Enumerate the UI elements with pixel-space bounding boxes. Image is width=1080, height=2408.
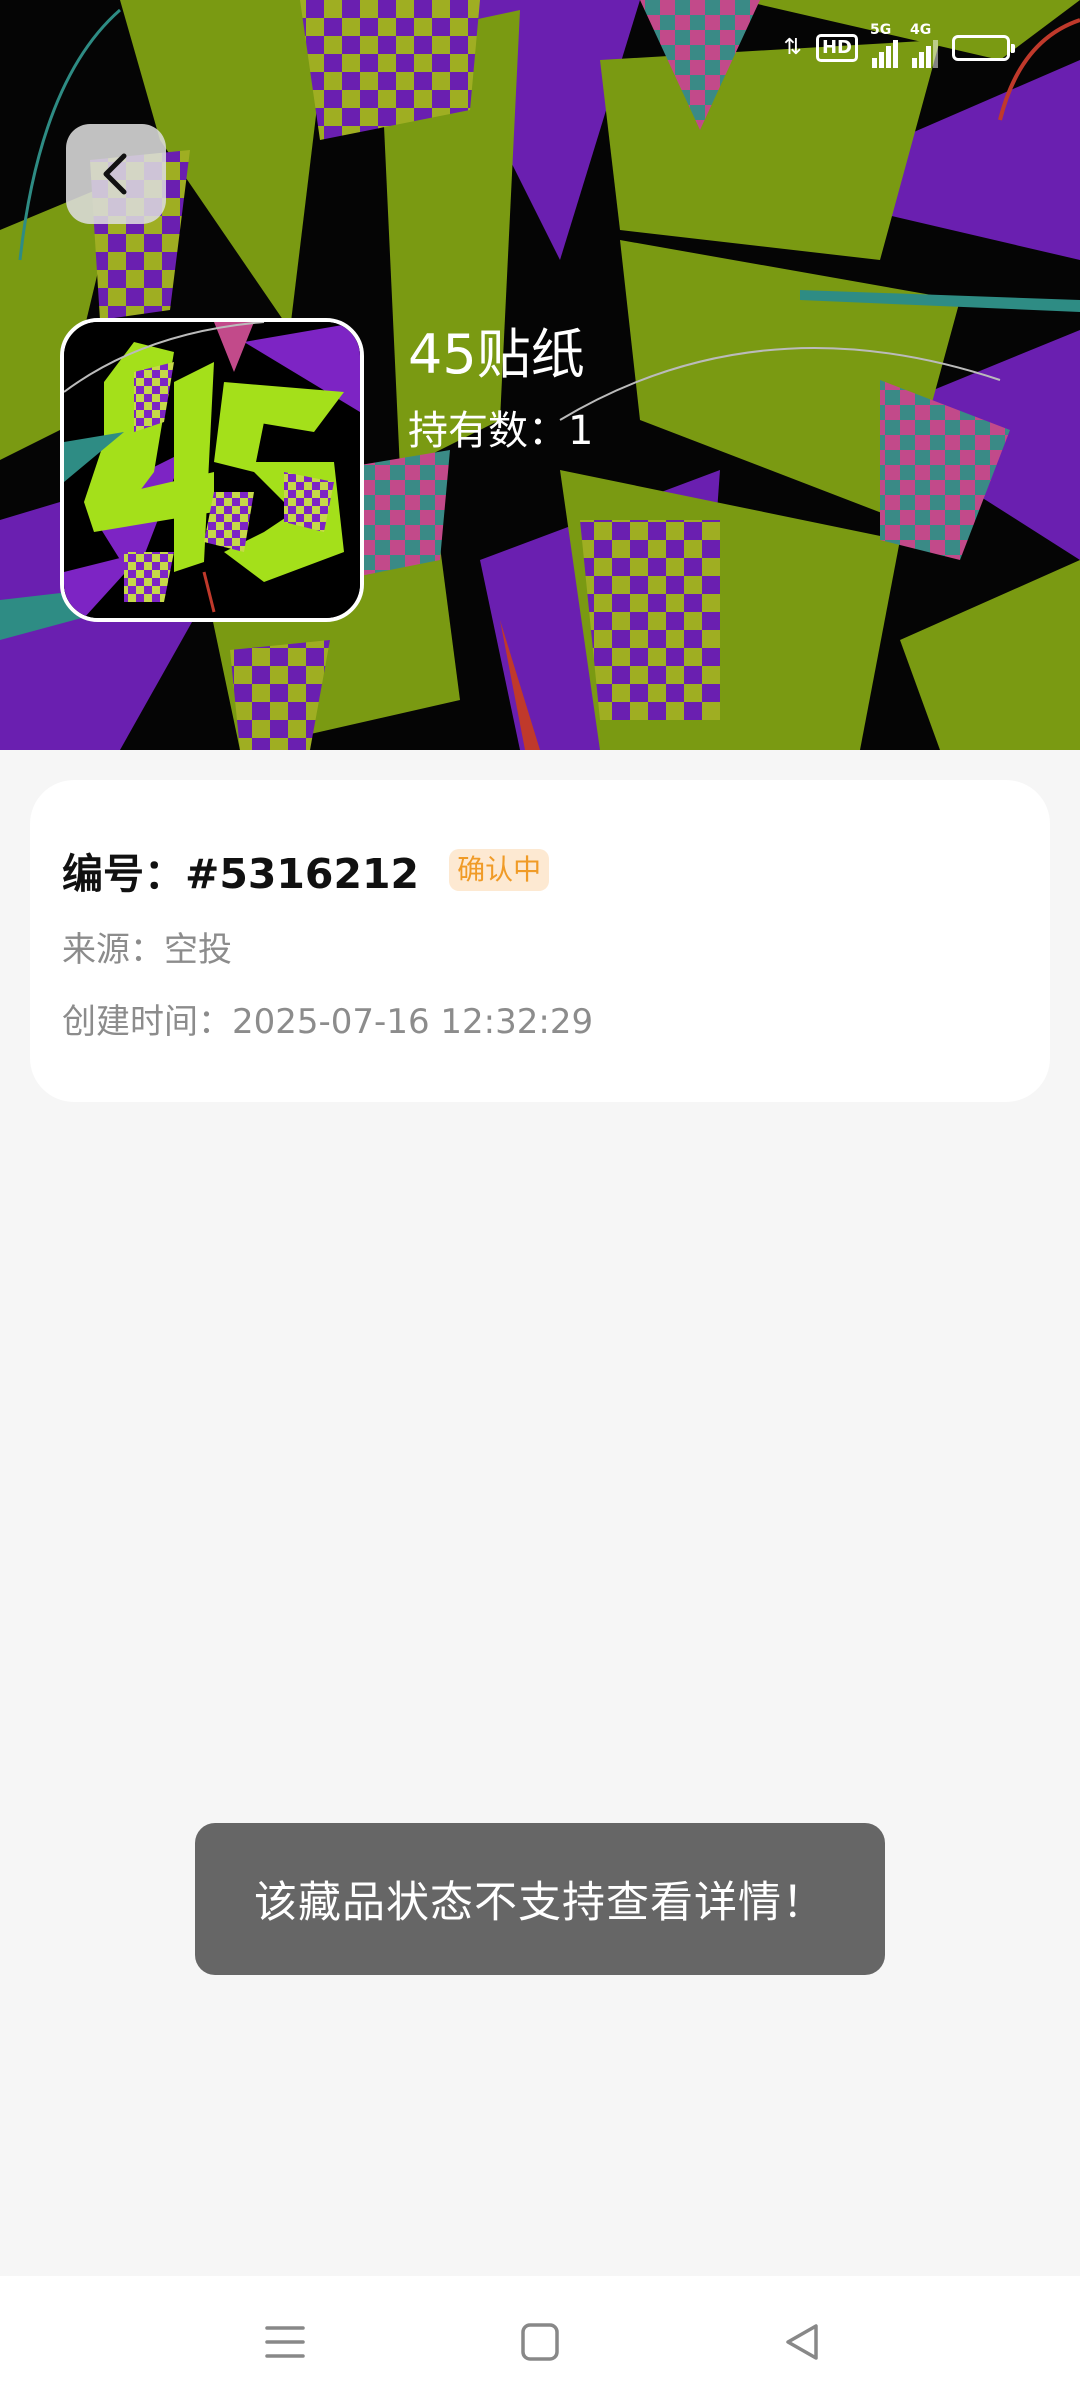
serial-number: 编号：#5316212	[62, 850, 420, 898]
back-button[interactable]	[66, 124, 166, 224]
status-bar: ⇅ HD 5G 4G	[783, 22, 1015, 68]
artwork-45-icon	[64, 322, 360, 618]
data-activity-icon: ⇅	[783, 35, 802, 60]
toast-message: 该藏品状态不支持查看详情！	[195, 1823, 885, 1975]
nav-menu-button[interactable]	[245, 2302, 325, 2382]
signal-4g-label: 4G	[910, 22, 932, 38]
item-thumbnail	[60, 318, 364, 622]
nav-back-button[interactable]	[762, 2302, 842, 2382]
hero-banner: ⇅ HD 5G 4G 45贴纸 持有数：1	[0, 0, 1080, 750]
menu-icon	[265, 2326, 305, 2358]
chevron-left-icon	[103, 153, 127, 195]
hd-badge: HD	[815, 34, 858, 62]
back-triangle-icon	[786, 2324, 818, 2360]
signal-5g-icon: 5G	[870, 22, 898, 68]
holdings-count: 持有数：1	[408, 408, 594, 454]
signal-4g-icon: 4G	[910, 22, 938, 68]
nav-home-button[interactable]	[500, 2302, 580, 2382]
system-nav-bar	[0, 2276, 1080, 2408]
battery-icon	[952, 35, 1015, 61]
status-badge: 确认中	[449, 849, 550, 891]
source-text: 来源：空投	[62, 930, 232, 970]
signal-5g-label: 5G	[870, 22, 892, 38]
serial-row: 编号：#5316212 确认中	[62, 840, 550, 900]
home-square-icon	[521, 2323, 559, 2361]
item-title: 45贴纸	[408, 323, 585, 386]
created-time-text: 创建时间：2025-07-16 12:32:29	[62, 1002, 594, 1042]
info-card: 编号：#5316212 确认中 来源：空投 创建时间：2025-07-16 12…	[30, 780, 1050, 1102]
